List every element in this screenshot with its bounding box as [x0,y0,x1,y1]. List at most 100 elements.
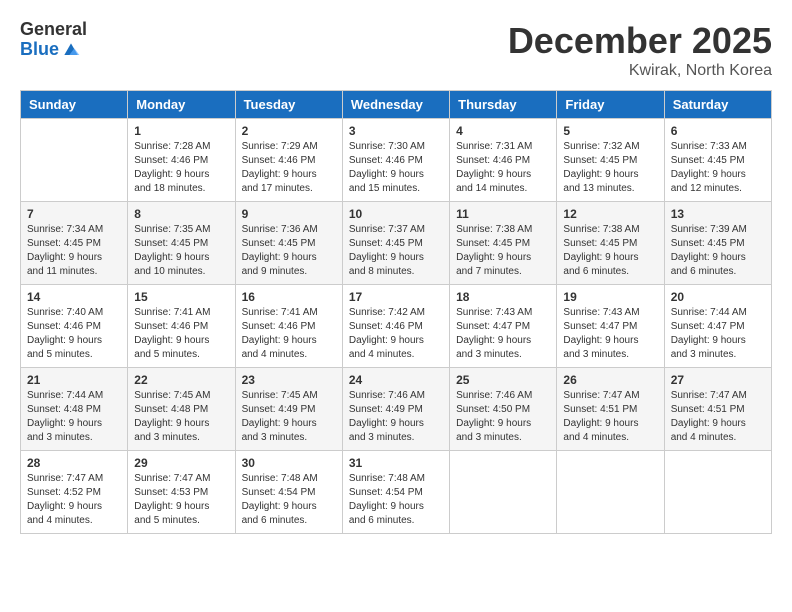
calendar-cell: 23 Sunrise: 7:45 AMSunset: 4:49 PMDayligh… [235,368,342,451]
day-info: Sunrise: 7:44 AMSunset: 4:47 PMDaylight:… [671,306,765,362]
day-number: 17 [349,290,443,304]
calendar-cell [664,451,771,534]
calendar-cell: 25 Sunrise: 7:46 AMSunset: 4:50 PMDayligh… [450,368,557,451]
day-number: 31 [349,456,443,470]
header-saturday: Saturday [664,91,771,119]
day-number: 7 [27,207,121,221]
header-monday: Monday [128,91,235,119]
day-number: 2 [242,124,336,138]
day-info: Sunrise: 7:41 AMSunset: 4:46 PMDaylight:… [134,306,228,362]
calendar-cell: 8Sunrise: 7:35 AMSunset: 4:45 PMDaylight… [128,202,235,285]
calendar-cell: 17Sunrise: 7:42 AMSunset: 4:46 PMDayligh… [342,285,449,368]
day-number: 1 [134,124,228,138]
day-info: Sunrise: 7:29 AMSunset: 4:46 PMDaylight:… [242,140,336,196]
calendar-week-row: 14Sunrise: 7:40 AMSunset: 4:46 PMDayligh… [21,285,772,368]
day-info: Sunrise: 7:43 AMSunset: 4:47 PMDaylight:… [563,306,657,362]
logo: General Blue [20,20,87,60]
day-info: Sunrise: 7:28 AMSunset: 4:46 PMDaylight:… [134,140,228,196]
calendar-cell: 3Sunrise: 7:30 AMSunset: 4:46 PMDaylight… [342,119,449,202]
calendar-cell: 19Sunrise: 7:43 AMSunset: 4:47 PMDayligh… [557,285,664,368]
day-info: Sunrise: 7:47 AMSunset: 4:51 PMDaylight:… [671,389,765,445]
day-number: 15 [134,290,228,304]
day-info: Sunrise: 7:45 AMSunset: 4:49 PMDaylight:… [242,389,336,445]
day-info: Sunrise: 7:36 AMSunset: 4:45 PMDaylight:… [242,223,336,279]
day-number: 16 [242,290,336,304]
day-info: Sunrise: 7:47 AMSunset: 4:53 PMDaylight:… [134,472,228,528]
day-info: Sunrise: 7:48 AMSunset: 4:54 PMDaylight:… [349,472,443,528]
day-info: Sunrise: 7:33 AMSunset: 4:45 PMDaylight:… [671,140,765,196]
calendar-cell: 7 Sunrise: 7:34 AMSunset: 4:45 PMDaylight… [21,202,128,285]
day-info: Sunrise: 7:47 AMSunset: 4:51 PMDaylight:… [563,389,657,445]
day-number: 26 [563,373,657,387]
calendar-cell: 28 Sunrise: 7:47 AMSunset: 4:52 PMDayligh… [21,451,128,534]
calendar-cell: 2 Sunrise: 7:29 AMSunset: 4:46 PMDaylight… [235,119,342,202]
header-wednesday: Wednesday [342,91,449,119]
day-number: 5 [563,124,657,138]
day-number: 6 [671,124,765,138]
header-sunday: Sunday [21,91,128,119]
calendar-week-row: 21 Sunrise: 7:44 AMSunset: 4:48 PMDayligh… [21,368,772,451]
day-number: 9 [242,207,336,221]
calendar-cell: 18 Sunrise: 7:43 AMSunset: 4:47 PMDayligh… [450,285,557,368]
calendar-cell: 27Sunrise: 7:47 AMSunset: 4:51 PMDayligh… [664,368,771,451]
calendar-cell: 31 Sunrise: 7:48 AMSunset: 4:54 PMDayligh… [342,451,449,534]
month-title: December 2025 [508,20,772,62]
calendar-cell: 1 Sunrise: 7:28 AMSunset: 4:46 PMDaylight… [128,119,235,202]
header-friday: Friday [557,91,664,119]
logo-blue: Blue [20,40,59,60]
day-number: 11 [456,207,550,221]
calendar: SundayMondayTuesdayWednesdayThursdayFrid… [20,90,772,534]
day-info: Sunrise: 7:38 AMSunset: 4:45 PMDaylight:… [456,223,550,279]
day-number: 13 [671,207,765,221]
day-info: Sunrise: 7:34 AMSunset: 4:45 PMDaylight:… [27,223,121,279]
calendar-cell: 4 Sunrise: 7:31 AMSunset: 4:46 PMDaylight… [450,119,557,202]
calendar-cell: 9 Sunrise: 7:36 AMSunset: 4:45 PMDaylight… [235,202,342,285]
day-info: Sunrise: 7:45 AMSunset: 4:48 PMDaylight:… [134,389,228,445]
calendar-cell: 12Sunrise: 7:38 AMSunset: 4:45 PMDayligh… [557,202,664,285]
calendar-cell: 22 Sunrise: 7:45 AMSunset: 4:48 PMDayligh… [128,368,235,451]
calendar-week-row: 1 Sunrise: 7:28 AMSunset: 4:46 PMDaylight… [21,119,772,202]
calendar-cell: 29 Sunrise: 7:47 AMSunset: 4:53 PMDayligh… [128,451,235,534]
calendar-cell: 30 Sunrise: 7:48 AMSunset: 4:54 PMDayligh… [235,451,342,534]
day-number: 30 [242,456,336,470]
calendar-header-row: SundayMondayTuesdayWednesdayThursdayFrid… [21,91,772,119]
day-info: Sunrise: 7:39 AMSunset: 4:45 PMDaylight:… [671,223,765,279]
day-info: Sunrise: 7:46 AMSunset: 4:49 PMDaylight:… [349,389,443,445]
day-info: Sunrise: 7:48 AMSunset: 4:54 PMDaylight:… [242,472,336,528]
day-number: 20 [671,290,765,304]
calendar-week-row: 28 Sunrise: 7:47 AMSunset: 4:52 PMDayligh… [21,451,772,534]
day-number: 23 [242,373,336,387]
calendar-cell: 14Sunrise: 7:40 AMSunset: 4:46 PMDayligh… [21,285,128,368]
location: Kwirak, North Korea [508,62,772,80]
day-number: 4 [456,124,550,138]
day-info: Sunrise: 7:43 AMSunset: 4:47 PMDaylight:… [456,306,550,362]
header-thursday: Thursday [450,91,557,119]
day-info: Sunrise: 7:30 AMSunset: 4:46 PMDaylight:… [349,140,443,196]
day-info: Sunrise: 7:38 AMSunset: 4:45 PMDaylight:… [563,223,657,279]
day-info: Sunrise: 7:37 AMSunset: 4:45 PMDaylight:… [349,223,443,279]
day-number: 22 [134,373,228,387]
day-number: 25 [456,373,550,387]
day-info: Sunrise: 7:31 AMSunset: 4:46 PMDaylight:… [456,140,550,196]
day-info: Sunrise: 7:40 AMSunset: 4:46 PMDaylight:… [27,306,121,362]
calendar-cell: 16Sunrise: 7:41 AMSunset: 4:46 PMDayligh… [235,285,342,368]
calendar-cell: 11 Sunrise: 7:38 AMSunset: 4:45 PMDayligh… [450,202,557,285]
day-number: 29 [134,456,228,470]
day-info: Sunrise: 7:32 AMSunset: 4:45 PMDaylight:… [563,140,657,196]
logo-general: General [20,20,87,40]
day-info: Sunrise: 7:44 AMSunset: 4:48 PMDaylight:… [27,389,121,445]
calendar-week-row: 7 Sunrise: 7:34 AMSunset: 4:45 PMDaylight… [21,202,772,285]
calendar-cell: 26 Sunrise: 7:47 AMSunset: 4:51 PMDayligh… [557,368,664,451]
calendar-cell: 24Sunrise: 7:46 AMSunset: 4:49 PMDayligh… [342,368,449,451]
day-info: Sunrise: 7:46 AMSunset: 4:50 PMDaylight:… [456,389,550,445]
page-header: General Blue December 2025 Kwirak, North… [20,20,772,80]
day-number: 28 [27,456,121,470]
day-number: 10 [349,207,443,221]
header-tuesday: Tuesday [235,91,342,119]
day-number: 18 [456,290,550,304]
day-info: Sunrise: 7:47 AMSunset: 4:52 PMDaylight:… [27,472,121,528]
calendar-cell [450,451,557,534]
day-info: Sunrise: 7:35 AMSunset: 4:45 PMDaylight:… [134,223,228,279]
day-number: 21 [27,373,121,387]
calendar-cell [21,119,128,202]
